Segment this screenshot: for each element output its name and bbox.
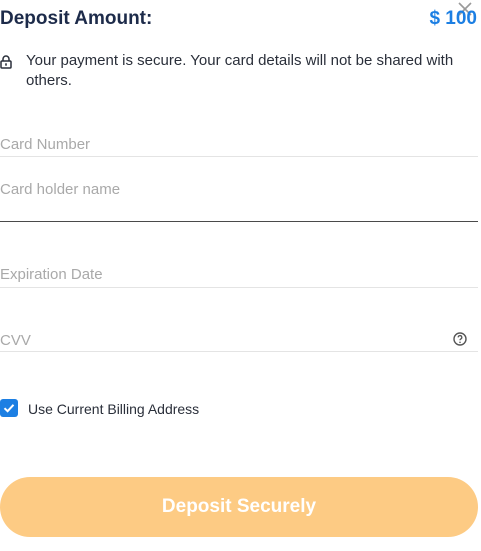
cvv-field[interactable] [0,332,440,349]
card-holder-input[interactable] [0,181,478,198]
expiration-date-input[interactable] [0,266,478,283]
deposit-securely-button[interactable]: Deposit Securely [0,477,478,537]
card-number-underline [0,156,478,157]
card-number-input[interactable] [0,136,478,153]
deposit-modal: Deposit Amount: $ 100 Your payment is se… [0,0,481,551]
billing-address-label[interactable]: Use Current Billing Address [28,401,199,417]
billing-address-checkbox[interactable] [0,399,18,417]
expiration-date-underline [0,287,478,288]
card-number-field[interactable] [0,136,478,153]
question-circle-icon[interactable] [453,332,467,346]
checkmark-icon [3,404,15,413]
deposit-amount-value: $ 100 [429,8,477,29]
security-message: Your payment is secure. Your card detail… [26,52,454,89]
card-holder-field[interactable] [0,181,478,198]
expiration-date-field[interactable] [0,266,478,283]
cvv-underline [0,351,478,352]
deposit-amount-label: Deposit Amount: [0,8,153,29]
cvv-input[interactable] [0,332,440,349]
card-holder-underline [0,221,478,222]
lock-icon [0,55,12,69]
